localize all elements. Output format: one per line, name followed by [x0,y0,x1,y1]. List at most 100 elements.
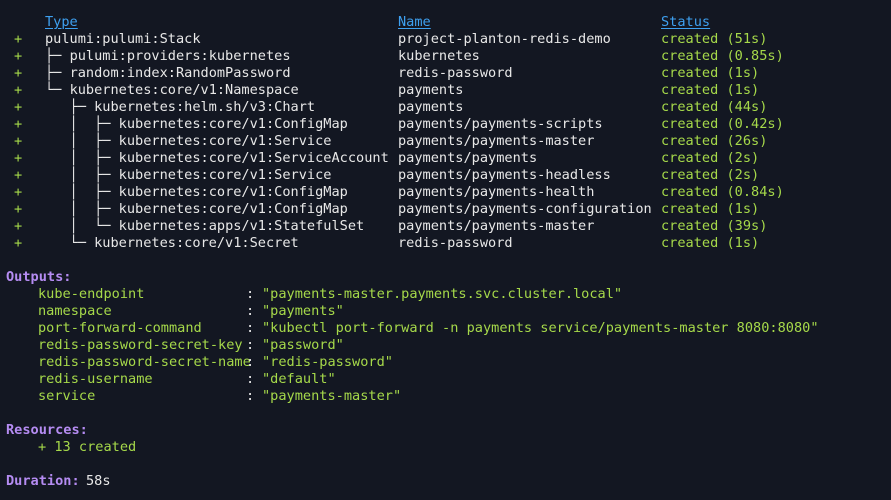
output-separator: : [246,303,255,319]
create-op-indicator: + [14,201,23,217]
resources-heading: Resources: [6,422,88,438]
resource-type: ├─ pulumi:providers:kubernetes [45,48,291,65]
create-op-indicator: + [14,48,23,64]
resource-type: │ ├─ kubernetes:core/v1:ConfigMap [45,201,348,218]
resource-status: created (2s) [661,167,760,183]
output-separator: : [246,388,255,404]
create-op-indicator: + [14,31,23,47]
header-status: Status [661,14,711,30]
resource-type: │ └─ kubernetes:apps/v1:StatefulSet [45,218,365,235]
resource-type: ├─ kubernetes:helm.sh/v3:Chart [45,99,316,116]
tree-branch: │ └─ [45,218,119,234]
resource-type-label: random:index:RandomPassword [69,65,291,81]
output-separator: : [246,337,255,353]
resource-name: payments/payments-master [398,133,595,149]
resource-name: payments [398,82,464,98]
output-value: "redis-password" [262,354,393,370]
resource-type-label: kubernetes:core/v1:ConfigMap [118,116,348,132]
tree-branch: ├─ [45,48,70,64]
resources-section: Resources: [0,422,88,439]
resources-summary: + 13 created [0,439,136,456]
resource-status: created (1s) [661,65,760,81]
output-value: "default" [262,371,336,387]
resource-type-label: pulumi:providers:kubernetes [69,48,291,64]
output-separator: : [246,354,255,370]
create-op-indicator: + [14,65,23,81]
tree-branch: │ ├─ [45,150,119,166]
output-key: port-forward-command [38,320,202,336]
resource-status: created (44s) [661,99,768,115]
resource-status: created (0.85s) [661,48,784,64]
output-separator: : [246,286,255,302]
create-op-indicator: + [14,133,23,149]
resource-type-label: kubernetes:core/v1:Secret [94,235,299,251]
tree-branch: │ ├─ [45,167,119,183]
resource-type-label: kubernetes:core/v1:Service [118,167,332,183]
output-value: "password" [262,337,344,353]
resource-type: │ ├─ kubernetes:core/v1:ServiceAccount [45,150,389,167]
resource-name: payments/payments [398,150,538,166]
header-name: Name [398,14,431,30]
resource-status: created (2s) [661,150,760,166]
terminal-window: Type Name Status + pulumi:pulumi:Stack pro… [0,0,891,500]
table-header: Type Name Status [0,14,710,31]
resource-status: created (1s) [661,235,760,251]
output-value: "payments-master.payments.svc.cluster.lo… [262,286,623,302]
resource-name: payments/payments-headless [398,167,611,183]
resource-type-label: kubernetes:core/v1:ServiceAccount [118,150,389,166]
output-key: namespace [38,303,112,319]
duration-label: Duration: [6,473,80,489]
resource-type-label: kubernetes:core/v1:Namespace [69,82,299,98]
tree-branch: │ ├─ [45,184,119,200]
create-op-indicator: + [14,184,23,200]
resources-created-count: + 13 created [38,439,137,455]
resource-status: created (26s) [661,133,768,149]
resource-type-label: kubernetes:core/v1:ConfigMap [118,201,348,217]
tree-branch: ├─ [45,99,95,115]
create-op-indicator: + [14,150,23,166]
tree-branch: │ ├─ [45,116,119,132]
output-value: "payments" [262,303,344,319]
resource-name: payments/payments-scripts [398,116,603,132]
resource-type-label: pulumi:pulumi:Stack [45,31,201,47]
resource-name: project-planton-redis-demo [398,31,611,47]
resource-name: redis-password [398,65,513,81]
output-key: kube-endpoint [38,286,145,302]
resource-type: │ ├─ kubernetes:core/v1:ConfigMap [45,116,348,133]
resource-type-label: kubernetes:core/v1:ConfigMap [118,184,348,200]
create-op-indicator: + [14,235,23,251]
resource-status: created (0.42s) [661,116,784,132]
resource-name: payments/payments-master [398,218,595,234]
output-key: redis-username [38,371,153,387]
resource-status: created (39s) [661,218,768,234]
resource-type-label: kubernetes:apps/v1:StatefulSet [118,218,365,234]
resource-type: │ ├─ kubernetes:core/v1:Service [45,167,332,184]
resource-type: │ ├─ kubernetes:core/v1:Service [45,133,332,150]
resource-status: created (51s) [661,31,768,47]
resource-type: ├─ random:index:RandomPassword [45,65,291,82]
create-op-indicator: + [14,218,23,234]
output-key: redis-password-secret-name [38,354,251,370]
resource-type-label: kubernetes:core/v1:Service [118,133,332,149]
create-op-indicator: + [14,116,23,132]
tree-branch: ├─ [45,65,70,81]
resource-name: payments [398,99,464,115]
output-value: "kubectl port-forward -n payments servic… [262,320,819,336]
resource-type: └─ kubernetes:core/v1:Namespace [45,82,299,99]
create-op-indicator: + [14,99,23,115]
tree-branch: └─ [45,235,95,251]
duration-line: Duration: 58s [0,473,111,490]
create-op-indicator: + [14,167,23,183]
tree-branch: │ ├─ [45,133,119,149]
resource-type-label: kubernetes:helm.sh/v3:Chart [94,99,316,115]
output-separator: : [246,320,255,336]
resource-name: payments/payments-health [398,184,595,200]
tree-branch: │ ├─ [45,201,119,217]
output-key: service [38,388,96,404]
resource-status: created (1s) [661,82,760,98]
outputs-heading: Outputs: [6,269,72,285]
duration-value: 58s [86,473,111,489]
outputs-section: Outputs: [0,269,71,286]
output-key: redis-password-secret-key [38,337,243,353]
resource-type: └─ kubernetes:core/v1:Secret [45,235,299,252]
